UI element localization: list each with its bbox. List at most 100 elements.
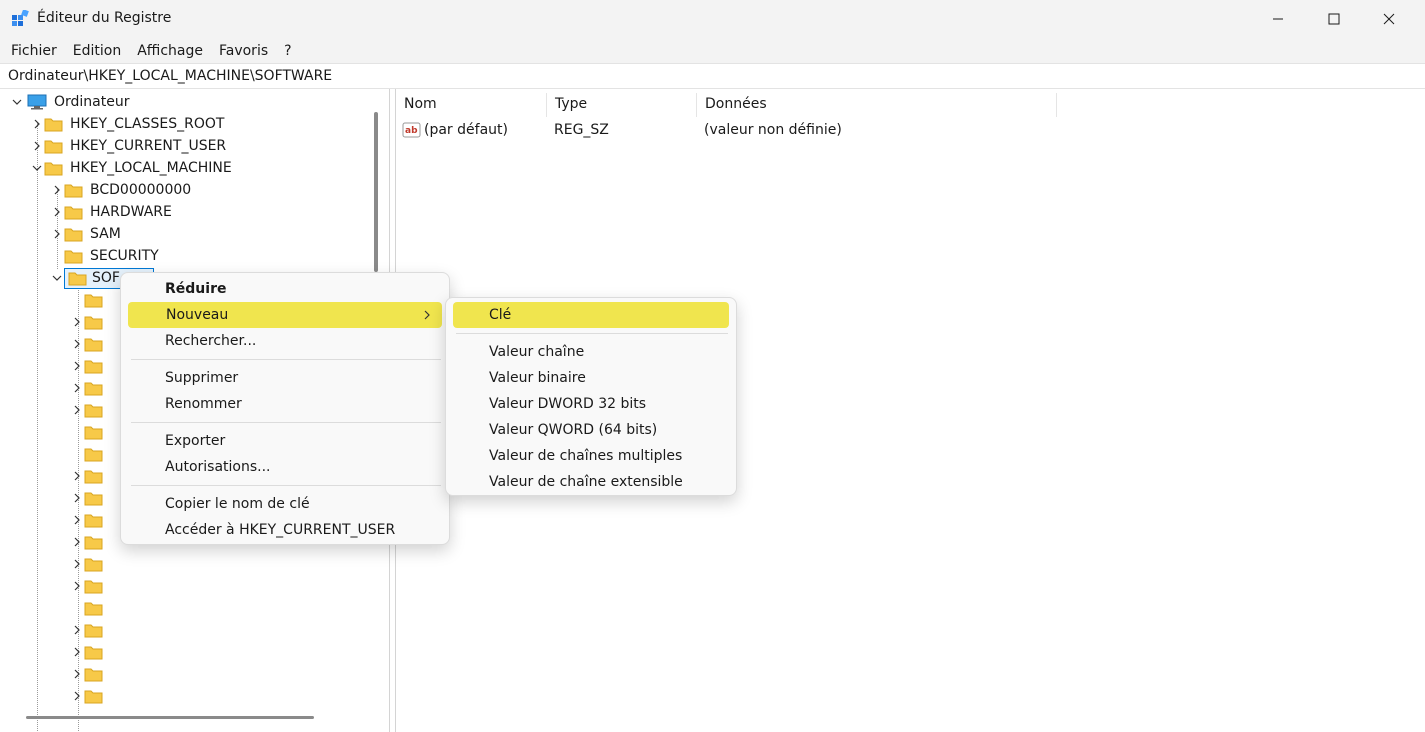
tree-subkey[interactable] — [70, 355, 108, 377]
chevron-right-icon[interactable] — [70, 535, 84, 549]
window-title: Éditeur du Registre — [37, 10, 172, 26]
tree-item-security[interactable]: SECURITY — [50, 245, 161, 267]
tree-item-hkey-classes-root[interactable]: HKEY_CLASSES_ROOT — [30, 113, 226, 135]
menu-item-acceder-hkcu[interactable]: Accéder à HKEY_CURRENT_USER — [127, 517, 443, 543]
tree-subkey[interactable] — [70, 399, 108, 421]
tree-label: HKEY_CURRENT_USER — [70, 138, 227, 154]
chevron-right-icon[interactable] — [30, 117, 44, 131]
folder-icon — [84, 448, 103, 461]
column-header-nom[interactable]: Nom — [396, 93, 547, 117]
tree-subkey[interactable] — [70, 619, 108, 641]
tree-subkey[interactable] — [70, 575, 108, 597]
menu-edition[interactable]: Edition — [66, 43, 130, 59]
tree-subkey[interactable] — [70, 553, 108, 575]
tree-subkey[interactable] — [70, 531, 108, 553]
tree-subkey[interactable] — [70, 487, 108, 509]
tree-subkey[interactable] — [70, 333, 108, 355]
tree-item-hkey-local-machine[interactable]: HKEY_LOCAL_MACHINE — [30, 157, 234, 179]
menu-item-valeur-qword[interactable]: Valeur QWORD (64 bits) — [453, 417, 729, 443]
tree-subkey[interactable] — [70, 377, 108, 399]
menu-item-nouveau[interactable]: Nouveau — [128, 302, 442, 328]
folder-icon — [44, 162, 63, 175]
menu-item-valeur-chaine-extensible[interactable]: Valeur de chaîne extensible — [453, 469, 729, 495]
chevron-right-icon[interactable] — [50, 183, 64, 197]
tree-subkey[interactable] — [70, 509, 108, 531]
chevron-right-icon[interactable] — [70, 623, 84, 637]
tree-item-hardware[interactable]: HARDWARE — [50, 201, 174, 223]
menu-item-valeur-binaire[interactable]: Valeur binaire — [453, 365, 729, 391]
menu-favoris[interactable]: Favoris — [212, 43, 277, 59]
tree-item-sam[interactable]: SAM — [50, 223, 123, 245]
tree-subkey[interactable] — [70, 311, 108, 333]
chevron-right-icon[interactable] — [70, 645, 84, 659]
chevron-right-icon[interactable] — [50, 205, 64, 219]
tree-label: BCD00000000 — [90, 182, 192, 198]
chevron-right-icon[interactable] — [70, 491, 84, 505]
tree-subkey[interactable] — [70, 685, 108, 707]
maximize-button[interactable] — [1311, 0, 1357, 38]
folder-icon — [84, 602, 103, 615]
chevron-right-icon[interactable] — [70, 579, 84, 593]
menu-help[interactable]: ? — [277, 43, 300, 59]
chevron-right-icon[interactable] — [70, 381, 84, 395]
chevron-right-icon[interactable] — [70, 667, 84, 681]
computer-icon — [27, 94, 47, 110]
folder-icon — [84, 338, 103, 351]
context-menu: Réduire Nouveau Rechercher... Supprimer … — [120, 272, 450, 545]
column-header-type[interactable]: Type — [547, 93, 697, 117]
tree-item-hkey-current-user[interactable]: HKEY_CURRENT_USER — [30, 135, 228, 157]
menu-item-valeur-chaines-multiples[interactable]: Valeur de chaînes multiples — [453, 443, 729, 469]
menu-item-renommer[interactable]: Renommer — [127, 391, 443, 417]
tree-subkey[interactable] — [70, 597, 108, 619]
chevron-right-icon[interactable] — [70, 513, 84, 527]
tree-subkey[interactable] — [70, 421, 108, 443]
chevron-down-icon[interactable] — [30, 161, 44, 175]
minimize-button[interactable] — [1255, 0, 1301, 38]
menu-fichier[interactable]: Fichier — [0, 43, 66, 59]
tree-item-ordinateur[interactable]: Ordinateur — [10, 91, 132, 113]
tree-subkey[interactable] — [70, 465, 108, 487]
folder-icon — [64, 206, 83, 219]
chevron-down-icon[interactable] — [50, 271, 64, 285]
chevron-down-icon[interactable] — [10, 95, 24, 109]
menu-item-valeur-chaine[interactable]: Valeur chaîne — [453, 339, 729, 365]
address-bar[interactable]: Ordinateur\HKEY_LOCAL_MACHINE\SOFTWARE — [0, 63, 1425, 89]
tree-vertical-scrollbar[interactable] — [374, 112, 378, 272]
value-type: REG_SZ — [554, 122, 609, 138]
menu-item-label: Nouveau — [166, 307, 229, 323]
menu-item-exporter[interactable]: Exporter — [127, 428, 443, 454]
tree-subkey[interactable] — [70, 289, 108, 311]
menu-item-copier-nom-cle[interactable]: Copier le nom de clé — [127, 491, 443, 517]
column-header-donnees[interactable]: Données — [697, 93, 1057, 117]
menu-item-cle[interactable]: Clé — [453, 302, 729, 328]
chevron-right-icon[interactable] — [70, 337, 84, 351]
menu-bar: Fichier Edition Affichage Favoris ? — [0, 38, 1425, 63]
tree-horizontal-scrollbar[interactable] — [26, 716, 314, 719]
menu-separator — [131, 485, 441, 486]
svg-text:ab: ab — [405, 126, 418, 136]
chevron-right-icon[interactable] — [70, 403, 84, 417]
chevron-right-icon[interactable] — [30, 139, 44, 153]
tree-label: HKEY_CLASSES_ROOT — [70, 116, 225, 132]
folder-icon — [84, 536, 103, 549]
chevron-right-icon[interactable] — [70, 689, 84, 703]
menu-item-autorisations[interactable]: Autorisations... — [127, 454, 443, 480]
close-button[interactable] — [1366, 0, 1412, 38]
chevron-right-icon[interactable] — [70, 469, 84, 483]
tree-subkey[interactable] — [70, 641, 108, 663]
folder-icon — [64, 250, 83, 263]
menu-item-rechercher[interactable]: Rechercher... — [127, 328, 443, 354]
menu-item-reduire[interactable]: Réduire — [127, 276, 443, 302]
list-item[interactable]: ab (par défaut) — [402, 120, 508, 140]
value-name: (par défaut) — [424, 122, 508, 138]
chevron-right-icon[interactable] — [70, 359, 84, 373]
chevron-right-icon[interactable] — [70, 315, 84, 329]
menu-item-supprimer[interactable]: Supprimer — [127, 365, 443, 391]
tree-subkey[interactable] — [70, 443, 108, 465]
tree-subkey[interactable] — [70, 663, 108, 685]
menu-affichage[interactable]: Affichage — [130, 43, 212, 59]
tree-item-bcd[interactable]: BCD00000000 — [50, 179, 193, 201]
chevron-right-icon[interactable] — [50, 227, 64, 241]
menu-item-valeur-dword[interactable]: Valeur DWORD 32 bits — [453, 391, 729, 417]
chevron-right-icon[interactable] — [70, 557, 84, 571]
